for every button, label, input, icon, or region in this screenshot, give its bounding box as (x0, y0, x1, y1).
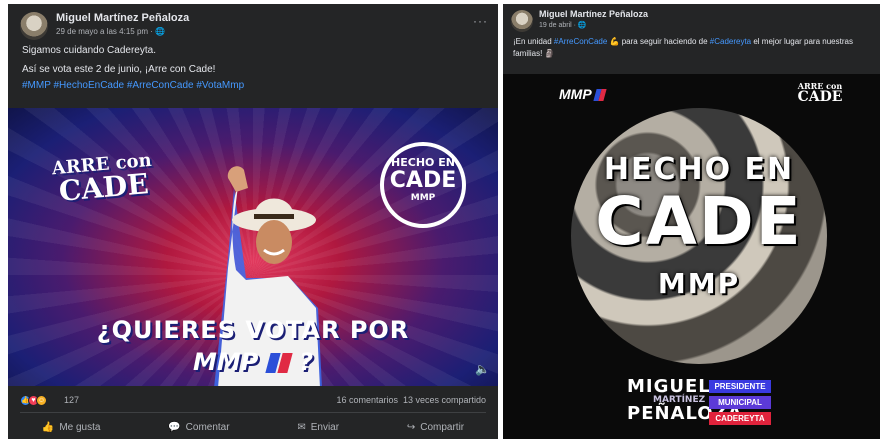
shares-count[interactable]: 13 veces compartido (403, 395, 486, 405)
care-reaction-icon: ☺ (36, 395, 47, 406)
avatar[interactable] (20, 12, 48, 40)
question-line-2: MMP ? (8, 348, 498, 376)
post-card-b: Miguel Martínez Peñaloza 19 de abril · 🌐… (503, 4, 880, 439)
post-timestamp[interactable]: 19 de abril · 🌐 (539, 21, 587, 29)
hashtag-link[interactable]: #Cadereyta (710, 37, 751, 46)
hecho-en-cade-emblem: HECHO EN CADE MMP (571, 108, 827, 364)
post-image[interactable]: ARRE con CADE HECHO EN CADE MMP ¿QUIERES… (8, 108, 498, 386)
share-button[interactable]: ↪ Compartir (407, 416, 464, 438)
post-timestamp[interactable]: 29 de mayo a las 4:15 pm · 🌐 (56, 27, 165, 36)
hashtags[interactable]: #MMP #HechoEnCade #ArreConCade #VotaMmp (22, 79, 484, 93)
comments-count[interactable]: 16 comentarios (336, 395, 398, 405)
thumbs-up-icon: 👍 (41, 421, 55, 433)
post-header: Miguel Martínez Peñaloza 19 de abril · 🌐 (503, 4, 880, 36)
more-options-icon[interactable]: ··· (473, 14, 488, 28)
arre-con-cade-logo: ARRE con CADE (46, 150, 160, 208)
logo-text: CADE (797, 89, 843, 105)
post-image[interactable]: MMP ARRE con CADE HECHO EN CADE MMP MIGU… (503, 74, 880, 439)
arre-con-cade-logo: ARRE con CADE (795, 82, 845, 104)
mmp-logo: MMP (559, 86, 607, 102)
reaction-count[interactable]: 127 (64, 395, 79, 405)
action-bar: 👍 Me gusta 💬 Comentar ✉ Enviar ↪ Compartir (8, 416, 498, 438)
avatar[interactable] (511, 10, 533, 32)
like-label: Me gusta (59, 421, 101, 433)
messenger-icon: ✉ (297, 421, 306, 433)
role-label: MUNICIPAL (709, 396, 771, 409)
post-text-line: Sigamos cuidando Cadereyta. (22, 45, 156, 56)
question-mark: ? (299, 348, 313, 376)
speaker-icon[interactable]: 🔈 (475, 362, 490, 376)
candidate-roles: PRESIDENTE MUNICIPAL CADEREYTA (709, 380, 771, 428)
comment-icon: 💬 (168, 421, 181, 433)
post-text: ¡En unidad #ArreConCade 💪 para seguir ha… (503, 36, 880, 60)
hashtag-link[interactable]: #ArreConCade (554, 37, 607, 46)
post-text-segment: 💪 para seguir haciendo de (607, 37, 710, 46)
emblem-text: MMP (657, 267, 741, 300)
emblem-text: HECHO EN (603, 152, 795, 187)
post-card-a: Miguel Martínez Peñaloza 29 de mayo a la… (8, 4, 498, 439)
badge-text: MMP (410, 193, 436, 203)
like-button[interactable]: 👍 Me gusta (42, 416, 101, 438)
post-text-line: Así se vota este 2 de junio, ¡Arre con C… (22, 64, 216, 75)
hecho-en-cade-badge: HECHO EN CADE MMP (380, 142, 466, 228)
post-text: Sigamos cuidando Cadereyta. Así se vota … (8, 44, 498, 93)
role-label: PRESIDENTE (709, 380, 771, 393)
comment-label: Comentar (185, 421, 230, 433)
role-label: CADEREYTA (709, 412, 771, 425)
author-name[interactable]: Miguel Martínez Peñaloza (539, 9, 648, 19)
badge-text: CADE (389, 168, 457, 193)
post-stats: 👍 ♥ ☺ 127 16 comentarios 13 veces comparti… (8, 390, 498, 410)
divider (20, 412, 486, 413)
mmp-text: MMP (559, 86, 592, 102)
send-button[interactable]: ✉ Enviar (297, 416, 339, 438)
mmp-text: MMP (193, 348, 259, 376)
comment-button[interactable]: 💬 Comentar (168, 416, 229, 438)
post-text-segment: ¡En unidad (513, 37, 554, 46)
post-header: Miguel Martínez Peñaloza 29 de mayo a la… (8, 4, 498, 44)
author-name[interactable]: Miguel Martínez Peñaloza (56, 12, 189, 24)
send-label: Enviar (310, 421, 340, 433)
question-line-1: ¿QUIERES VOTAR POR (96, 316, 410, 344)
reactions[interactable]: 👍 ♥ ☺ (20, 394, 47, 406)
emblem-text: CADE (595, 183, 803, 260)
share-icon: ↪ (406, 421, 416, 433)
share-label: Compartir (420, 421, 465, 433)
